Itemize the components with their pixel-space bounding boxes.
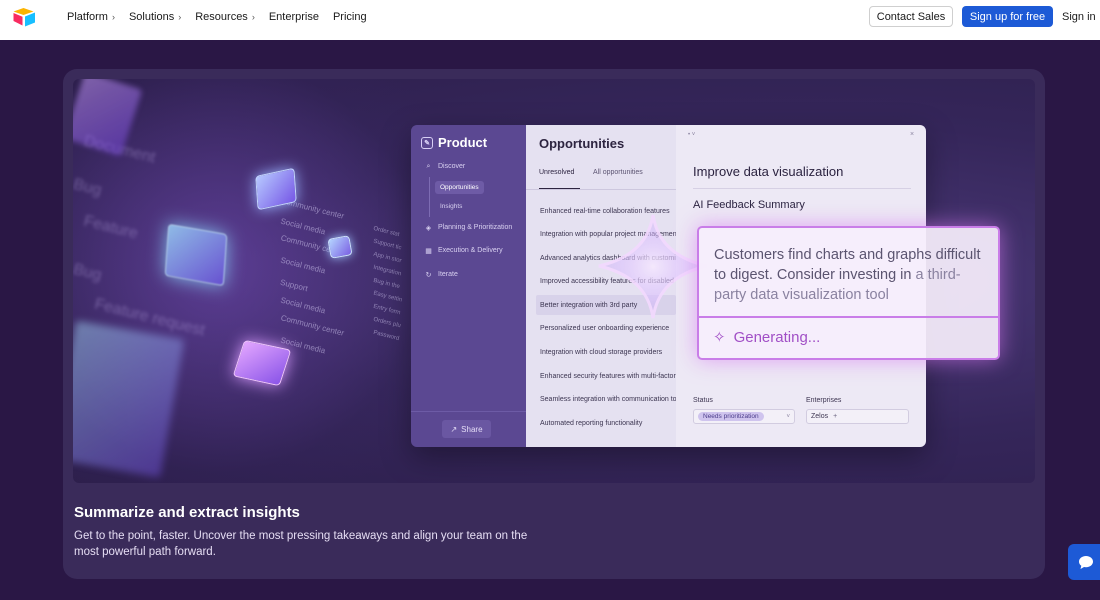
sidebar-subitem-opportunities[interactable]: Opportunities	[435, 181, 484, 194]
status-badge: Needs prioritization	[698, 412, 764, 421]
list-item[interactable]: Automated reporting functionality	[536, 413, 676, 433]
airtable-logo-icon[interactable]	[13, 7, 36, 27]
chevron-down-icon: ˅	[786, 413, 790, 420]
chevron-right-icon: ›	[111, 11, 115, 22]
status-label: Status	[693, 397, 713, 404]
list-divider	[526, 189, 676, 190]
app-sidebar: ✎ Product ⌕ Discover Opportunities Insig…	[411, 125, 526, 447]
enterprises-label: Enterprises	[806, 397, 842, 404]
tab-unresolved[interactable]: Unresolved	[539, 169, 574, 176]
popup-divider	[699, 316, 998, 318]
nav-links: Platform › Solutions › Resources › Enterpri…	[67, 0, 381, 33]
list-title: Opportunities	[539, 136, 625, 151]
share-button[interactable]: ↗ Share	[442, 420, 491, 438]
ai-summary-popup: Customers find charts and graphs difficu…	[697, 226, 1000, 360]
window-controls[interactable]: • ˅	[688, 132, 695, 138]
sidebar-item-planning[interactable]: ◈ Planning & Prioritization	[425, 224, 513, 232]
contact-sales-button[interactable]: Contact Sales	[869, 6, 953, 27]
nav-link-solutions[interactable]: Solutions ›	[129, 11, 181, 23]
sidebar-divider	[411, 411, 526, 412]
glowing-cube	[164, 223, 228, 287]
hero-card: Document Bug Feature Bug Feature request…	[63, 69, 1045, 579]
ai-sparkle-icon	[598, 214, 708, 319]
sidebar-subline	[429, 177, 430, 217]
enterprise-tag: Zelos	[811, 413, 829, 420]
hero-visual: Document Bug Feature Bug Feature request…	[73, 79, 1035, 483]
nav-link-resources[interactable]: Resources ›	[195, 11, 255, 23]
calendar-icon: ▦	[425, 247, 432, 255]
nav-link-platform[interactable]: Platform ›	[67, 11, 115, 23]
layers-icon: ◈	[425, 224, 432, 232]
sign-up-button[interactable]: Sign up for free	[962, 6, 1053, 27]
search-icon: ⌕	[426, 162, 431, 170]
list-item[interactable]: Integration with cloud storage providers	[536, 342, 676, 362]
chevron-right-icon: ›	[251, 11, 255, 22]
chat-icon	[1079, 555, 1093, 569]
ai-summary-text: Customers find charts and graphs difficu…	[714, 247, 981, 303]
sign-in-link[interactable]: Sign in	[1062, 6, 1096, 27]
hero-description: Get to the point, faster. Uncover the mo…	[74, 530, 528, 558]
list-item[interactable]: Enhanced security features with multi-fa…	[536, 366, 676, 386]
chevron-right-icon: ›	[178, 11, 182, 22]
enterprises-field[interactable]: Zelos +	[806, 409, 909, 424]
sidebar-subitem-insights[interactable]: Insights	[435, 200, 467, 213]
top-navigation: Platform › Solutions › Resources › Enterpri…	[0, 0, 1100, 40]
generating-status: ✧ Generating...	[713, 328, 821, 347]
share-icon: ↗	[450, 424, 458, 434]
tab-all-opportunities[interactable]: All opportunities	[593, 169, 643, 176]
sidebar-item-execution[interactable]: ▦ Execution & Delivery	[425, 247, 502, 255]
sidebar-item-discover[interactable]: ⌕ Discover	[425, 162, 466, 171]
nav-link-enterprise[interactable]: Enterprise	[269, 11, 319, 23]
sparkle-icon: ✧	[713, 329, 726, 346]
plus-icon[interactable]: +	[833, 413, 837, 420]
detail-divider	[693, 188, 911, 189]
refresh-icon: ↻	[425, 271, 432, 279]
hero-heading: Summarize and extract insights	[74, 504, 300, 521]
close-icon[interactable]: ×	[910, 131, 914, 138]
sidebar-item-iterate[interactable]: ↻ Iterate	[425, 271, 458, 279]
sidebar-title: ✎ Product	[421, 135, 487, 150]
detail-title: Improve data visualization	[693, 164, 844, 179]
app-badge-icon: ✎	[421, 136, 433, 149]
chat-support-button[interactable]	[1068, 544, 1100, 580]
status-select[interactable]: Needs prioritization ˅	[693, 409, 795, 424]
list-item[interactable]: Seamless integration with communication …	[536, 389, 676, 409]
nav-link-pricing[interactable]: Pricing	[333, 11, 367, 23]
glowing-cube	[327, 235, 353, 259]
